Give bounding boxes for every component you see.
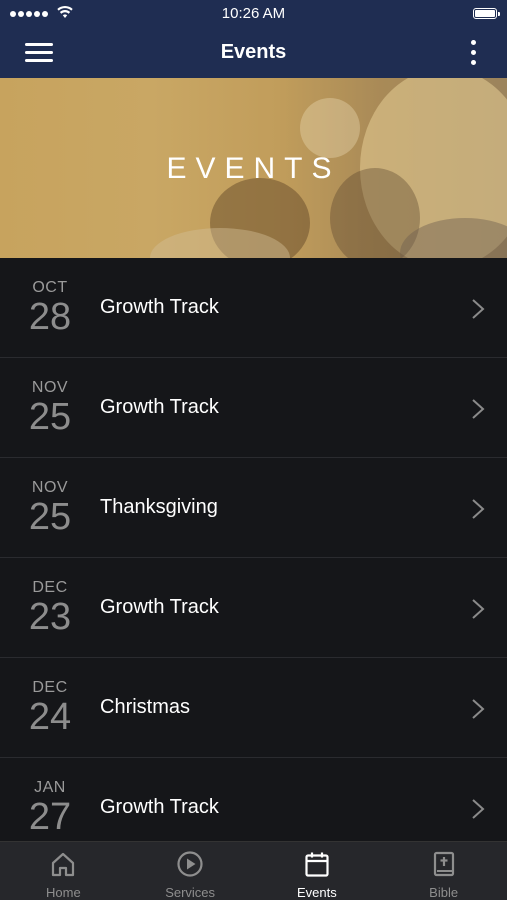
tab-services[interactable]: Services — [127, 842, 254, 900]
tab-label: Services — [165, 885, 216, 900]
event-row[interactable]: DEC 24 Christmas — [0, 658, 507, 758]
event-name: Growth Track — [100, 396, 219, 418]
play-circle-icon — [177, 851, 203, 877]
event-row[interactable]: NOV 25 Thanksgiving — [0, 458, 507, 558]
event-day: 24 — [28, 696, 72, 738]
tab-bible[interactable]: Bible — [380, 842, 507, 900]
event-name: Christmas — [100, 696, 191, 718]
more-options-icon[interactable] — [471, 40, 477, 66]
event-list: OCT 28 Growth Track NOV 25 Growth Track … — [0, 258, 507, 858]
event-day: 25 — [28, 496, 72, 538]
chevron-right-icon — [472, 299, 485, 319]
tab-bar: Home Services Events Bible — [0, 841, 507, 900]
event-day: 28 — [28, 296, 72, 338]
tab-label: Bible — [429, 885, 459, 900]
status-bar: 10:26 AM — [0, 0, 507, 28]
bible-icon — [433, 851, 454, 877]
event-month: JAN — [34, 779, 66, 796]
navigation-bar: Events — [0, 28, 507, 78]
home-icon — [52, 852, 75, 877]
tab-label: Home — [46, 885, 81, 900]
event-day: 27 — [28, 796, 72, 838]
tab-events[interactable]: Events — [254, 842, 381, 900]
event-day: 23 — [28, 596, 72, 638]
status-time: 10:26 AM — [221, 5, 286, 22]
event-month: DEC — [32, 679, 68, 696]
chevron-right-icon — [472, 499, 485, 519]
hero-banner: EVENTS — [0, 78, 507, 258]
calendar-icon — [305, 852, 329, 877]
chevron-right-icon — [472, 399, 485, 419]
event-name: Growth Track — [100, 796, 219, 818]
event-month: DEC — [32, 579, 68, 596]
event-day: 25 — [28, 396, 72, 438]
event-row[interactable]: DEC 23 Growth Track — [0, 558, 507, 658]
hero-title: EVENTS — [166, 152, 341, 185]
chevron-right-icon — [472, 599, 485, 619]
event-name: Thanksgiving — [100, 496, 218, 518]
tab-label: Events — [297, 885, 337, 900]
tab-home[interactable]: Home — [0, 842, 127, 900]
chevron-right-icon — [472, 799, 485, 819]
event-month: NOV — [31, 379, 69, 396]
chevron-right-icon — [472, 699, 485, 719]
event-row[interactable]: OCT 28 Growth Track — [0, 258, 507, 358]
event-row[interactable]: NOV 25 Growth Track — [0, 358, 507, 458]
battery-icon — [473, 8, 500, 19]
event-name: Growth Track — [100, 596, 219, 618]
event-month: NOV — [31, 479, 69, 496]
event-name: Growth Track — [100, 296, 219, 318]
event-month: OCT — [32, 279, 68, 296]
page-title: Events — [220, 41, 287, 63]
